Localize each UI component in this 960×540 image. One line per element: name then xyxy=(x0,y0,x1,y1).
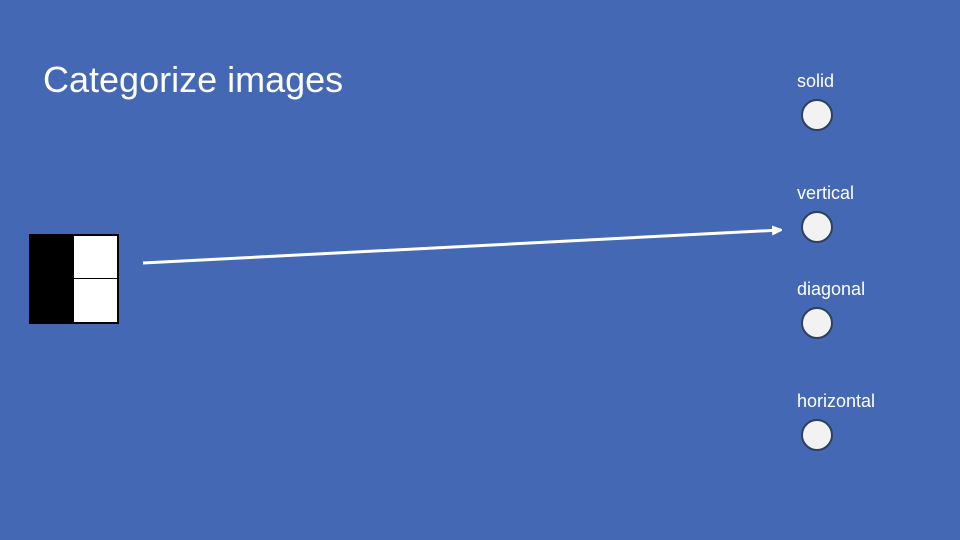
page-title: Categorize images xyxy=(43,59,344,100)
category-label: vertical xyxy=(797,183,855,203)
slide: Categorize images solid vertical diagona… xyxy=(0,0,960,540)
category-target-horizontal[interactable] xyxy=(801,419,833,451)
category-label: horizontal xyxy=(797,391,876,411)
category-target-diagonal[interactable] xyxy=(801,307,833,339)
pattern-cell xyxy=(31,279,74,322)
pattern-cell xyxy=(74,236,117,279)
pattern-image[interactable] xyxy=(29,234,119,324)
category-label: diagonal xyxy=(797,279,866,299)
category-label: solid xyxy=(797,71,835,91)
pattern-cell xyxy=(31,236,74,279)
arrow-line xyxy=(142,230,781,265)
category-target-solid[interactable] xyxy=(801,99,833,131)
pattern-cell xyxy=(74,279,117,322)
category-target-vertical[interactable] xyxy=(801,211,833,243)
